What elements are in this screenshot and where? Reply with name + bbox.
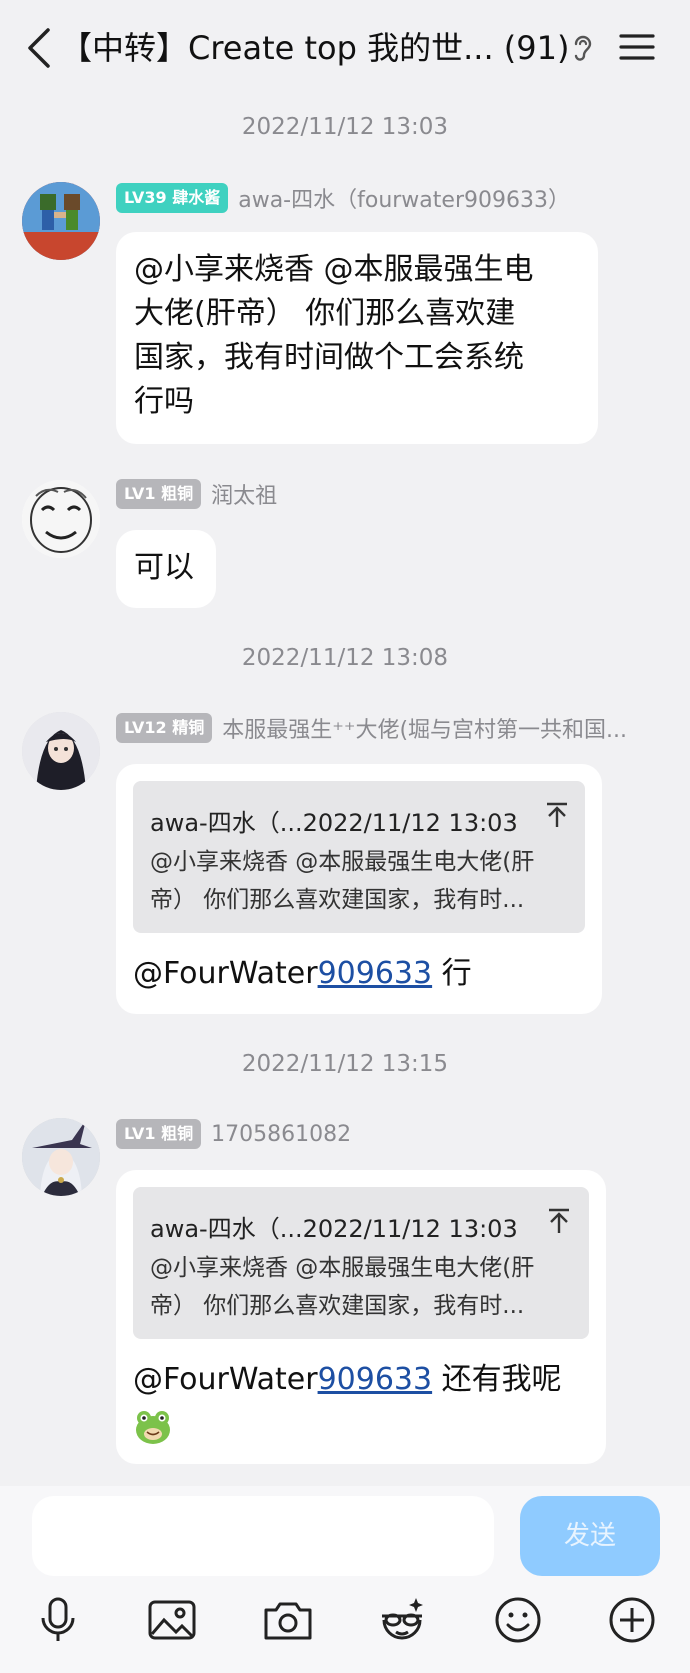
send-button[interactable]: 发送 [520,1496,660,1576]
timestamp: 2022/11/12 13:08 [241,645,449,671]
message-text: @小享来烧香 @本服最强生电 大佬(肝帝） 你们那么喜欢建 国家，我有时间做个工… [134,248,534,424]
composer-bar: 发送 [0,1486,690,1673]
jump-to-top-icon[interactable] [545,801,569,829]
avatar[interactable] [22,1118,100,1196]
reply-suffix: 还有我呢 [432,1362,562,1397]
number-link[interactable]: 909633 [318,1362,433,1397]
message-input[interactable] [32,1496,494,1576]
top-bar: 【中转】Create top 我的世... (91) [0,0,690,96]
message-bubble[interactable]: @小享来烧香 @本服最强生电 大佬(肝帝） 你们那么喜欢建 国家，我有时间做个工… [116,232,598,444]
avatar[interactable] [22,182,100,260]
quoted-message[interactable]: awa-四水（...2022/11/12 13:03 @小享来烧香 @本服最强生… [133,781,585,933]
level-badge: LV1 粗铜 [116,479,202,509]
sender-name[interactable]: awa-四水（fourwater909633） [238,182,570,214]
message-text: 可以 [134,550,194,585]
level-badge: LV39 肆水酱 [116,183,229,213]
quote-header: awa-四水（...2022/11/12 13:03 [150,1215,518,1243]
quote-body: @小享来烧香 @本服最强生电大佬(肝帝） 你们那么喜欢建国家，我有时... [150,849,535,913]
mention: @FourWater [133,1362,318,1397]
fun-face-icon[interactable] [376,1594,428,1646]
menu-icon[interactable] [618,30,656,64]
message-bubble[interactable]: awa-四水（...2022/11/12 13:03 @小享来烧香 @本服最强生… [116,1170,606,1464]
chat-title[interactable]: 【中转】Create top 我的世... (91) [60,24,570,72]
anime-girl-avatar-icon [22,712,100,790]
message-line: 行吗 [134,384,194,419]
timestamp: 2022/11/12 13:15 [241,1051,449,1077]
sender-meta: LV12 精铜 本服最强生⁺⁺大佬(堀与宫村第一共和国... [116,712,627,744]
ear-icon[interactable] [570,32,596,64]
reply-text: @FourWater909633 行 [133,952,472,996]
sender-meta: LV1 粗铜 润太祖 [116,478,277,510]
image-icon[interactable] [146,1594,198,1646]
level-badge: LV1 粗铜 [116,1119,202,1149]
sender-meta: LV1 粗铜 1705861082 [116,1118,351,1150]
quote-body: @小享来烧香 @本服最强生电大佬(肝帝） 你们那么喜欢建国家，我有时... [150,1255,535,1319]
meme-face-avatar-icon [22,480,100,558]
mention: @FourWater [133,956,318,991]
plus-icon[interactable] [606,1594,658,1646]
number-link[interactable]: 909633 [318,956,433,991]
microphone-icon[interactable] [32,1594,84,1646]
level-badge: LV12 精铜 [116,713,213,743]
avatar[interactable] [22,480,100,558]
camera-icon[interactable] [262,1594,314,1646]
sender-name[interactable]: 1705861082 [211,1122,351,1147]
timestamp: 2022/11/12 13:03 [241,114,449,140]
sender-name[interactable]: 润太祖 [211,478,277,510]
sender-meta: LV39 肆水酱 awa-四水（fourwater909633） [116,182,570,214]
emoji-icon[interactable] [492,1594,544,1646]
reply-suffix: 行 [432,956,472,991]
sender-name[interactable]: 本服最强生⁺⁺大佬(堀与宫村第一共和国... [222,712,627,744]
message-line: @小享来烧香 @本服最强生电 [134,252,534,287]
jump-to-top-icon[interactable] [547,1207,571,1235]
reply-text: @FourWater909633 还有我呢 [133,1358,562,1402]
frog-emoji-icon [136,1411,170,1444]
message-bubble[interactable]: 可以 [116,530,216,608]
message-line: 国家，我有时间做个工会系统 [134,340,524,375]
pixel-avatar-icon [22,182,100,260]
witch-avatar-icon [22,1118,100,1196]
message-line: 大佬(肝帝） 你们那么喜欢建 [134,296,516,331]
message-bubble[interactable]: awa-四水（...2022/11/12 13:03 @小享来烧香 @本服最强生… [116,764,602,1014]
quote-header: awa-四水（...2022/11/12 13:03 [150,809,518,837]
quoted-message[interactable]: awa-四水（...2022/11/12 13:03 @小享来烧香 @本服最强生… [133,1187,589,1339]
back-arrow-icon[interactable] [24,26,54,70]
avatar[interactable] [22,712,100,790]
